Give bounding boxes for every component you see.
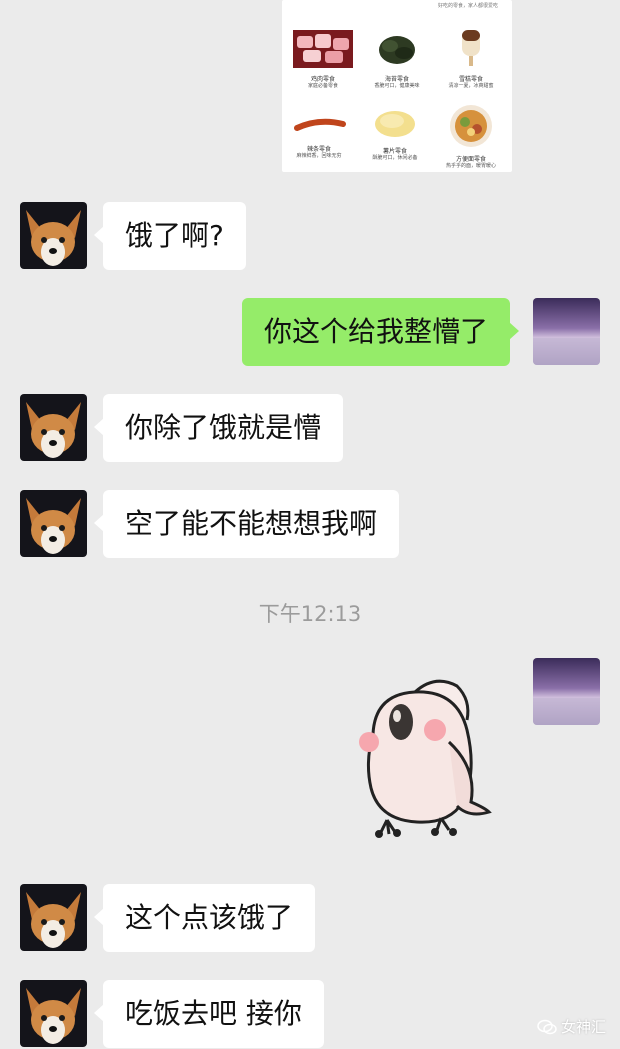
message-text: 你这个给我整懵了 bbox=[264, 315, 489, 348]
contact-avatar[interactable] bbox=[20, 490, 87, 557]
contact-avatar[interactable] bbox=[20, 884, 87, 951]
food-subtitle: 清凉一夏，冰爽甜蜜 bbox=[448, 83, 494, 89]
landscape-avatar-icon bbox=[533, 658, 600, 725]
potato-chip-image bbox=[375, 111, 415, 137]
message-bubble-received[interactable]: 饿了啊? bbox=[94, 202, 246, 270]
corgi-avatar-icon bbox=[20, 394, 87, 461]
food-item-seaweed: 海苔零食 香脆可口，健康美味 bbox=[362, 30, 432, 90]
corgi-avatar-icon bbox=[20, 202, 87, 269]
food-title: 辣条零食 bbox=[306, 146, 331, 153]
food-item-icecream: 雪糕零食 清凉一夏，冰爽甜蜜 bbox=[436, 28, 506, 90]
contact-avatar[interactable] bbox=[20, 202, 87, 269]
food-subtitle: 家庭必备零食 bbox=[307, 83, 338, 89]
corgi-avatar-icon bbox=[20, 884, 87, 951]
message-bubble-received[interactable]: 你除了饿就是懵 bbox=[93, 394, 344, 462]
landscape-avatar-icon bbox=[533, 298, 600, 365]
food-subtitle: 香脆可口，健康美味 bbox=[374, 83, 420, 89]
seaweed-snack-image bbox=[379, 36, 415, 64]
message-text: 你除了饿就是懵 bbox=[125, 411, 322, 444]
message-bubble-received[interactable]: 这个点该饿了 bbox=[93, 884, 316, 952]
message-text: 空了能不能想想我啊 bbox=[125, 507, 378, 540]
food-subtitle: 酥脆可口，休闲必备 bbox=[372, 155, 418, 161]
spicy-strip-image bbox=[294, 118, 346, 131]
food-subtitle: 麻辣鲜香，回味无穷 bbox=[296, 153, 342, 159]
food-item-noodles: 方便面零食 热乎乎的面，暖胃暖心 bbox=[436, 104, 506, 170]
message-text: 饿了啊? bbox=[125, 219, 224, 252]
food-item-spicy-strip: 辣条零食 麻辣鲜香，回味无穷 bbox=[284, 108, 354, 160]
food-title: 方便面零食 bbox=[455, 156, 486, 163]
message-bubble-sent[interactable]: 你这个给我整懵了 bbox=[242, 298, 520, 366]
icecream-snack-image bbox=[462, 30, 480, 66]
watermark-text: 女神汇 bbox=[560, 1018, 606, 1036]
message-text: 吃饭去吧 接你 bbox=[125, 997, 302, 1030]
image-top-caption: 好吃的零食，家人都很爱吃 bbox=[437, 3, 498, 9]
food-title: 薯片零食 bbox=[382, 148, 407, 155]
cockatoo-sticker-icon bbox=[359, 679, 492, 838]
message-bubble-received[interactable]: 空了能不能想想我啊 bbox=[93, 490, 400, 558]
watermark: 女神汇 bbox=[537, 1016, 606, 1037]
food-subtitle: 热乎乎的面，暖胃暖心 bbox=[445, 163, 496, 169]
message-bubble-received[interactable]: 吃饭去吧 接你 bbox=[94, 980, 324, 1048]
message-text: 这个点该饿了 bbox=[125, 901, 294, 934]
sticker-message[interactable] bbox=[345, 672, 495, 847]
food-item-chips: 薯片零食 酥脆可口，休闲必备 bbox=[360, 108, 430, 162]
meat-snack-image bbox=[293, 30, 353, 68]
shared-image-card[interactable]: 好吃的零食，家人都很爱吃 鸡肉零食 家庭必备零食 海苔零食 香脆可口，健康美味 … bbox=[282, 0, 512, 172]
food-title: 雪糕零食 bbox=[458, 76, 483, 83]
corgi-avatar-icon bbox=[20, 980, 87, 1047]
contact-avatar[interactable] bbox=[20, 394, 87, 461]
contact-avatar[interactable] bbox=[20, 980, 87, 1047]
food-item-meat: 鸡肉零食 家庭必备零食 bbox=[288, 30, 358, 90]
message-timestamp: 下午12:13 bbox=[258, 602, 362, 626]
self-avatar[interactable] bbox=[533, 298, 600, 365]
corgi-avatar-icon bbox=[20, 490, 87, 557]
self-avatar[interactable] bbox=[533, 658, 600, 725]
noodle-bowl-image bbox=[450, 105, 492, 147]
food-title: 鸡肉零食 bbox=[310, 76, 335, 83]
wechat-logo-icon bbox=[537, 1019, 557, 1034]
food-title: 海苔零食 bbox=[384, 76, 409, 83]
